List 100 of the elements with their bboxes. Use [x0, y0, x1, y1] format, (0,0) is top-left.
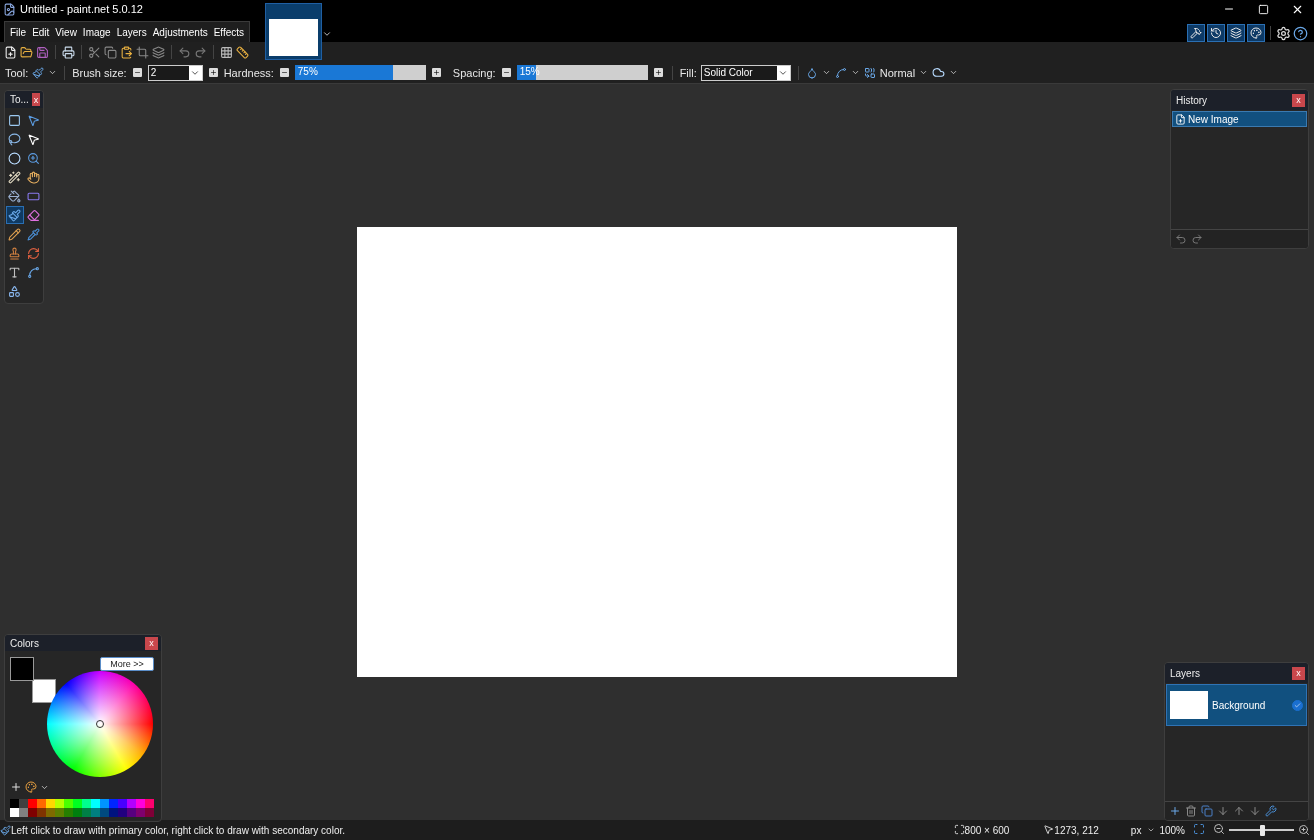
folder-icon[interactable]	[20, 45, 33, 59]
panel-toggle-button[interactable]	[1187, 24, 1205, 42]
caret-icon[interactable]	[821, 68, 831, 77]
menu-item[interactable]: Adjustments	[149, 26, 211, 38]
chevron-icon[interactable]	[322, 29, 333, 39]
settings-icon[interactable]	[1276, 25, 1291, 41]
delete-layer-icon[interactable]	[1185, 805, 1197, 817]
units-dropdown[interactable]: px	[1130, 824, 1142, 836]
paintbrush-icon	[0, 824, 11, 836]
merge-down-icon[interactable]	[1217, 805, 1229, 817]
status-hint: Left click to draw with primary color, right click to draw with secondary color.	[11, 824, 345, 836]
close-button[interactable]: x	[31, 93, 40, 106]
menu-item[interactable]: Edit	[29, 26, 53, 38]
layer-name: Background	[1212, 699, 1267, 711]
decrease-button[interactable]	[501, 68, 511, 77]
brush-size-field[interactable]: 2	[147, 64, 203, 81]
spacing-label: Spacing:	[452, 66, 496, 79]
color-palette-drawing[interactable]	[10, 799, 154, 817]
primary-color-swatch[interactable]	[10, 657, 34, 681]
tool-button[interactable]	[5, 206, 24, 224]
close-button[interactable]: x	[145, 636, 158, 650]
history-item[interactable]: New Image	[1172, 111, 1307, 127]
copy-icon[interactable]	[104, 45, 117, 59]
image-thumbnail	[269, 19, 318, 56]
ruler-icon[interactable]	[236, 45, 249, 59]
tool-button[interactable]	[5, 225, 24, 243]
tool-button[interactable]	[5, 130, 24, 148]
menu-item[interactable]: File	[7, 26, 30, 38]
help-icon[interactable]	[1293, 25, 1308, 41]
move-up-icon[interactable]	[1233, 805, 1245, 817]
cursor-icon	[1043, 823, 1055, 835]
fill-dropdown[interactable]: Solid Color	[700, 64, 791, 81]
undo-icon[interactable]	[178, 45, 191, 59]
minus-icon	[280, 69, 288, 76]
redo-icon[interactable]	[194, 45, 207, 59]
cloud-icon[interactable]	[932, 66, 946, 79]
redo-icon[interactable]	[1191, 233, 1203, 245]
increase-button[interactable]	[653, 68, 663, 77]
tool-label: Tool:	[5, 66, 29, 79]
cursor-position: 1273, 212	[1054, 824, 1099, 836]
visibility-checkbox[interactable]	[1292, 699, 1303, 711]
print-icon[interactable]	[62, 45, 75, 59]
curve-icon[interactable]	[834, 66, 847, 79]
more-button[interactable]: More >>	[100, 657, 154, 671]
menu-item[interactable]: View	[52, 26, 80, 38]
blend-mode-icon[interactable]	[863, 66, 876, 79]
layer-item[interactable]: Background	[1166, 684, 1307, 726]
zoom-out-icon[interactable]	[1213, 823, 1225, 835]
caret-icon[interactable]	[48, 68, 58, 77]
cut-icon[interactable]	[88, 45, 101, 59]
paintbrush-icon[interactable]	[32, 66, 45, 79]
save-icon[interactable]	[36, 45, 49, 59]
hardness-label: Hardness:	[223, 66, 274, 79]
menu-item[interactable]: Image	[79, 26, 114, 38]
palette-icon[interactable]	[25, 781, 37, 793]
image-size: 800 × 600	[964, 824, 1010, 836]
zoom-to-window-icon[interactable]	[1193, 823, 1205, 835]
panel-toggle-button[interactable]	[1247, 24, 1265, 42]
plus-icon	[432, 69, 440, 76]
panel-toggle-button[interactable]	[1227, 24, 1245, 42]
history-icon	[1210, 27, 1222, 39]
blend-mode-dropdown[interactable]: Normal	[879, 66, 916, 79]
zoom-field[interactable]: 100%	[1159, 824, 1185, 836]
zoom-in-icon[interactable]	[1298, 824, 1310, 836]
panel-title: To...	[10, 94, 29, 105]
new-file-icon	[1175, 113, 1186, 125]
hardness-slider[interactable]: 75%	[294, 65, 426, 80]
grid-icon[interactable]	[220, 45, 233, 59]
tool-button[interactable]	[24, 168, 43, 186]
caret-icon[interactable]	[949, 68, 959, 77]
close-button[interactable]: x	[1292, 93, 1305, 107]
menu-item[interactable]: Effects	[210, 26, 248, 38]
layer-thumbnail	[1170, 691, 1208, 719]
decrease-button[interactable]	[279, 68, 289, 77]
add-color-icon[interactable]	[10, 781, 22, 793]
slider-thumb[interactable]	[1259, 824, 1265, 836]
increase-button[interactable]	[208, 68, 218, 77]
caret-icon[interactable]	[919, 68, 929, 77]
panel-toggle-button[interactable]	[1207, 24, 1225, 42]
duplicate-layer-icon[interactable]	[1201, 805, 1213, 817]
menu-item[interactable]: Layers	[113, 26, 150, 38]
increase-button[interactable]	[431, 68, 441, 77]
crop-icon[interactable]	[136, 45, 149, 59]
add-layer-icon[interactable]	[1169, 805, 1181, 817]
tool-button[interactable]	[5, 149, 24, 167]
image-tab[interactable]	[265, 3, 322, 60]
new-file-icon[interactable]	[4, 45, 17, 59]
secondary-color-swatch[interactable]	[32, 679, 56, 703]
image-size-icon	[953, 823, 965, 835]
fill-label: Fill:	[679, 66, 697, 79]
decrease-button[interactable]	[132, 68, 142, 77]
properties-icon[interactable]	[1265, 805, 1277, 817]
tool-button[interactable]	[5, 168, 24, 186]
undo-icon[interactable]	[1175, 233, 1187, 245]
close-button[interactable]: x	[1292, 666, 1305, 680]
minus-icon	[133, 69, 141, 76]
move-down-icon[interactable]	[1249, 805, 1261, 817]
minus-icon	[502, 69, 510, 76]
caret-icon[interactable]	[850, 68, 860, 77]
paste-icon[interactable]	[120, 45, 133, 59]
